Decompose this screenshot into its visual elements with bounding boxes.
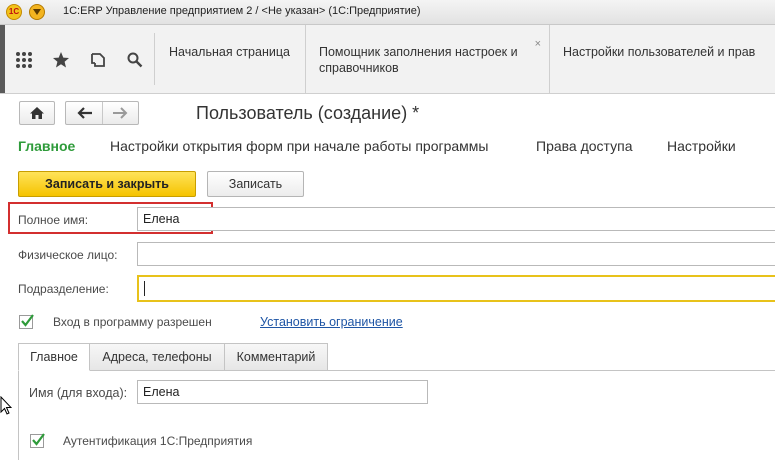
- search-icon[interactable]: [126, 51, 144, 69]
- tab-comment[interactable]: Комментарий: [224, 343, 328, 371]
- tab-settings-assistant[interactable]: Помощник заполнения настроек и справочни…: [306, 25, 550, 93]
- apps-grid-icon[interactable]: [15, 51, 33, 69]
- home-button[interactable]: [19, 101, 55, 125]
- auth-1c-checkbox[interactable]: [30, 433, 45, 448]
- department-label: Подразделение:: [18, 282, 109, 296]
- full-name-field[interactable]: Елена: [137, 207, 775, 231]
- set-restriction-link[interactable]: Установить ограничение: [260, 315, 403, 329]
- login-allowed-label: Вход в программу разрешен: [53, 315, 212, 329]
- app-logo-icon: 1C: [6, 4, 22, 20]
- save-button[interactable]: Записать: [207, 171, 304, 197]
- auth-1c-label: Аутентификация 1С:Предприятия: [63, 434, 253, 448]
- checkmark-icon: [32, 433, 45, 446]
- history-navigation: [65, 101, 139, 125]
- arrow-right-icon: [113, 107, 128, 119]
- login-name-field[interactable]: Елена: [137, 380, 428, 404]
- full-name-label: Полное имя:: [18, 213, 89, 227]
- close-icon[interactable]: ×: [535, 39, 541, 50]
- mouse-pointer-icon: [0, 396, 12, 415]
- section-main[interactable]: Главное: [18, 138, 75, 154]
- back-button[interactable]: [66, 102, 102, 124]
- forward-button[interactable]: [103, 102, 139, 124]
- page-title: Пользователь (создание) *: [196, 103, 420, 123]
- tab-home[interactable]: Начальная страница: [156, 25, 306, 93]
- individual-field[interactable]: [137, 242, 775, 266]
- tab-addresses-phones[interactable]: Адреса, телефоны: [90, 343, 225, 371]
- star-icon[interactable]: [52, 51, 70, 69]
- arrow-left-icon: [77, 107, 92, 119]
- login-allowed-checkbox[interactable]: [19, 314, 34, 329]
- tab-user-settings[interactable]: Настройки пользователей и прав: [550, 25, 775, 93]
- tab-label: Начальная страница: [169, 45, 290, 59]
- tab-label: Настройки пользователей и прав: [563, 45, 756, 59]
- tab-label: Помощник заполнения настроек и справочни…: [319, 45, 518, 75]
- login-name-label: Имя (для входа):: [29, 386, 128, 400]
- tab-main[interactable]: Главное: [18, 343, 90, 371]
- window-title-bar: 1C 1С:ERP Управление предприятием 2 / <Н…: [0, 0, 775, 25]
- section-form-settings[interactable]: Настройки открытия форм при начале работ…: [110, 138, 489, 154]
- section-access-rights[interactable]: Права доступа: [536, 138, 632, 154]
- main-menu-button[interactable]: [29, 4, 45, 20]
- panel-edge: [0, 25, 5, 93]
- section-panel: Начальная страница Помощник заполнения н…: [0, 25, 775, 94]
- home-icon: [30, 107, 44, 119]
- save-and-close-button[interactable]: Записать и закрыть: [18, 171, 196, 197]
- toolbar-divider: [154, 33, 155, 85]
- history-icon[interactable]: [89, 51, 107, 69]
- chevron-down-icon: [33, 9, 41, 15]
- window-title: 1С:ERP Управление предприятием 2 / <Не у…: [63, 5, 421, 17]
- department-field[interactable]: [137, 275, 775, 302]
- section-settings[interactable]: Настройки: [667, 138, 736, 154]
- checkmark-icon: [21, 314, 34, 327]
- text-cursor: [144, 281, 145, 296]
- individual-label: Физическое лицо:: [18, 248, 118, 262]
